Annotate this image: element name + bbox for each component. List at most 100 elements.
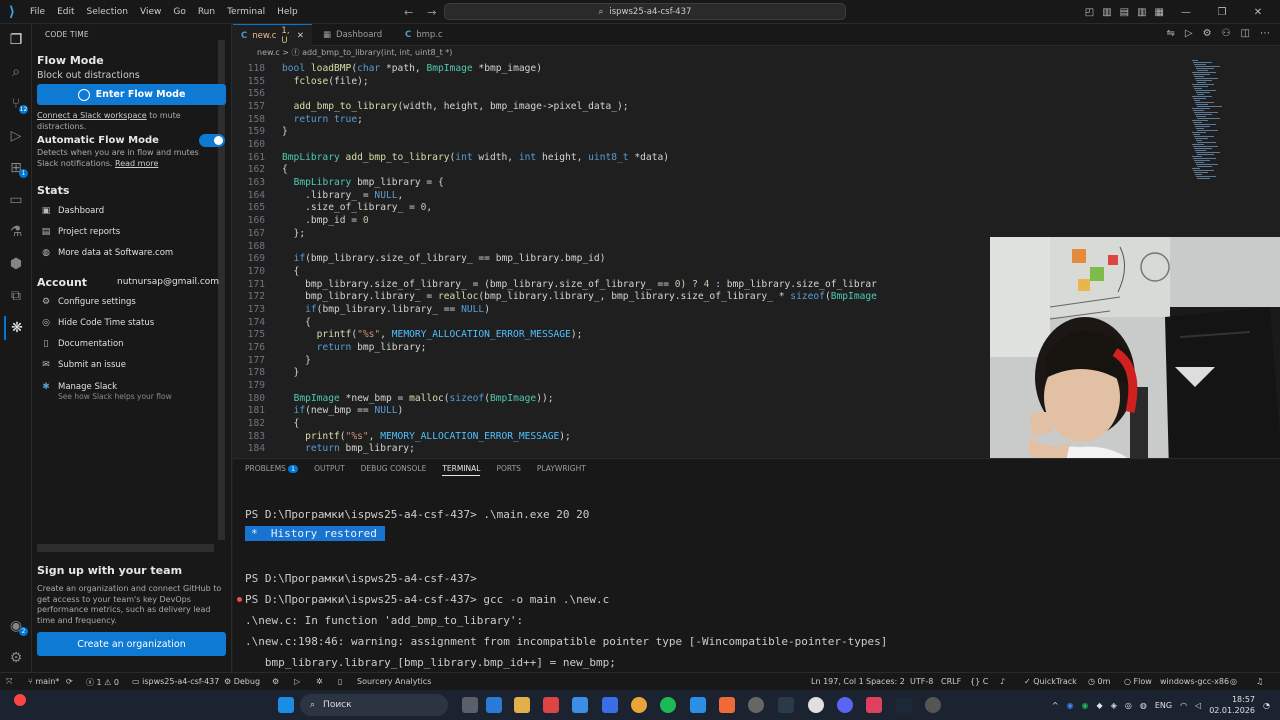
tray-icon[interactable]: ◎ [1125,701,1132,710]
file-explorer-icon[interactable] [514,697,530,713]
discord-icon[interactable] [837,697,853,713]
tray-icon[interactable]: ◆ [1097,701,1103,710]
volume-icon[interactable]: ◁ [1195,701,1201,710]
read-more-link[interactable]: Read more [115,159,158,168]
language-mode[interactable]: {} C [970,677,988,686]
cursor-position[interactable]: Ln 197, Col 1 [811,677,864,686]
hide-status-item[interactable]: ◎ Hide Code Time status [41,318,154,328]
copilot-icon[interactable]: ◰ [1085,7,1094,18]
menu-help[interactable]: Help [271,0,304,24]
code-line[interactable]: 158 return true; [233,114,990,127]
app-icon[interactable] [778,697,794,713]
forward-arrow-icon[interactable]: → [427,6,436,19]
yandex-icon[interactable] [808,697,824,713]
minimize-icon[interactable]: — [1172,7,1200,18]
notification-badge-icon[interactable] [14,694,26,706]
restore-icon[interactable]: ❐ [1208,7,1236,18]
project-reports-item[interactable]: ▤ Project reports [41,227,120,237]
app-icon[interactable] [543,697,559,713]
tab-close-icon[interactable]: ✕ [297,31,304,41]
code-line[interactable]: 168 [233,241,990,254]
tab-new-c[interactable]: C new.c 1, U ✕ [233,24,312,46]
trash-icon[interactable]: ▯ [338,677,342,686]
bell-icon[interactable]: ♪ [1000,677,1005,686]
flow-item[interactable]: ○ Flow [1124,677,1152,686]
code-line[interactable]: 172 bmp_library.library_ = realloc(bmp_l… [233,291,990,304]
layout-secondary-icon[interactable]: ▥ [1137,7,1146,18]
steam-icon[interactable] [896,697,912,713]
clock[interactable]: 18:57 02.01.2026 [1209,694,1255,716]
remote-explorer-icon[interactable]: ▭ [4,188,28,212]
minimap[interactable] [1192,60,1222,180]
line-ending[interactable]: CRLF [941,677,961,686]
mail-icon[interactable] [486,697,502,713]
code-line[interactable]: 163 BmpLibrary bmp_library = { [233,177,990,190]
menu-run[interactable]: Run [192,0,221,24]
code-line[interactable]: 155 fclose(file); [233,76,990,89]
run-icon[interactable]: ▷ [294,677,300,686]
search-view-icon[interactable]: ⌕ [4,60,28,84]
taskbar-search[interactable]: ⌕ Поиск [300,694,448,716]
accounts-icon[interactable]: ◉ 2 [4,614,28,638]
extensions-icon[interactable]: ⊞ 1 [4,156,28,180]
sidebar-horizontal-scrollbar[interactable] [37,544,214,552]
references-icon[interactable]: ⚇ [1222,28,1231,39]
create-organization-button[interactable]: Create an organization [37,632,226,656]
code-line[interactable]: 170 { [233,266,990,279]
tab-bmp-c[interactable]: C bmp.c [397,24,451,46]
code-line[interactable]: 162 { [233,164,990,177]
code-editor[interactable]: 118 bool loadBMP(char *path, BmpImage *bm… [233,60,990,457]
menu-file[interactable]: File [24,0,51,24]
menu-go[interactable]: Go [167,0,191,24]
layout-panel-icon[interactable]: ▤ [1120,7,1129,18]
code-line[interactable]: 171 bmp_library.size_of_library_ = (bmp_… [233,279,990,292]
folder-item[interactable]: ▭ ispws25-a4-csf-437 [132,677,219,686]
code-time-paw-icon[interactable]: ❋ [4,316,28,340]
enter-flow-mode-button[interactable]: Enter Flow Mode [37,84,226,105]
code-line[interactable]: 167 }; [233,228,990,241]
copilot-icon[interactable]: ◎ [1230,677,1237,686]
split-compare-icon[interactable]: ⇋ [1167,28,1175,39]
manage-gear-icon[interactable]: ⚙ [4,646,28,670]
tray-icon[interactable]: ◈ [1111,701,1117,710]
store-icon[interactable] [572,697,588,713]
code-line[interactable]: 164 .library_ = NULL, [233,190,990,203]
notifications-icon[interactable]: ♫ [1256,677,1263,686]
chrome-icon[interactable] [631,697,647,713]
language-indicator[interactable]: ENG [1155,701,1172,710]
connect-slack-link[interactable]: Connect a Slack workspace [37,111,147,120]
code-line[interactable]: 159} [233,126,990,139]
testing-icon[interactable]: ⚗ [4,220,28,244]
settings-icon[interactable]: ⚙ [1203,28,1212,39]
run-code-icon[interactable]: ▷ [1185,28,1193,39]
run-debug-icon[interactable]: ▷ [4,124,28,148]
error-decoration-icon[interactable] [237,597,242,602]
code-line[interactable]: 169 if(bmp_library.size_of_library_ == b… [233,253,990,266]
code-time-item[interactable]: ◷ 0m [1088,677,1110,686]
vscode-taskbar-icon[interactable] [690,697,706,713]
submit-issue-item[interactable]: ✉ Submit an issue [41,360,126,370]
code-line[interactable]: 161 BmpLibrary add_bmp_to_library(int wid… [233,152,990,165]
menu-selection[interactable]: Selection [81,0,134,24]
close-icon[interactable]: ✕ [1244,7,1272,18]
code-line[interactable]: 166 .bmp_id = 0 [233,215,990,228]
tab-ports[interactable]: PORTS [496,464,520,476]
task-view-icon[interactable] [462,697,478,713]
tab-output[interactable]: OUTPUT [314,464,345,476]
code-line[interactable]: 179 [233,380,990,393]
quicktrack-item[interactable]: ✓ QuickTrack [1024,677,1077,686]
documentation-item[interactable]: ▯ Documentation [41,339,124,349]
notes-icon[interactable] [602,697,618,713]
spotify-icon[interactable] [660,697,676,713]
app-icon[interactable] [719,697,735,713]
debug-item[interactable]: ⚙ Debug [224,677,260,686]
windows-start-icon[interactable] [278,697,294,713]
indentation[interactable]: Spaces: 2 [866,677,905,686]
configure-settings-item[interactable]: ⚙ Configure settings [41,297,136,307]
containers-icon[interactable]: ⧉ [4,284,28,308]
dashboard-item[interactable]: ▣ Dashboard [41,206,104,216]
code-line[interactable]: 181 if(new_bmp == NULL) [233,405,990,418]
code-line[interactable]: 180 BmpImage *new_bmp = malloc(sizeof(Bm… [233,393,990,406]
remote-icon[interactable]: ⤧ [6,677,12,687]
encoding[interactable]: UTF-8 [910,677,933,686]
